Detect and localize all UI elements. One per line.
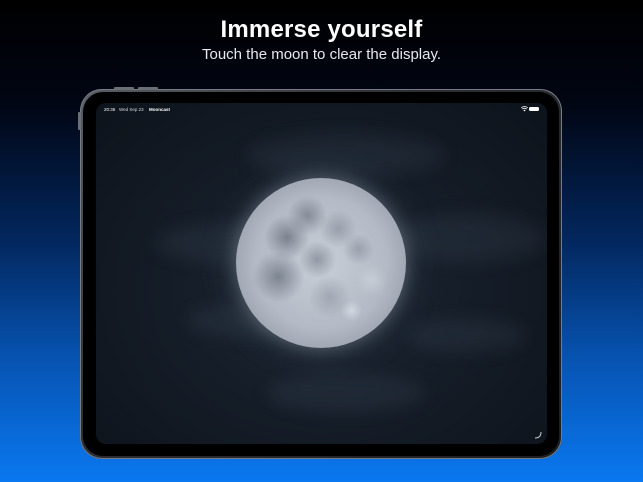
status-date: Wed Sep 23 xyxy=(119,107,144,112)
wifi-icon xyxy=(521,106,528,112)
battery-icon xyxy=(529,107,539,111)
app-screen: 20:36 Wed Sep 23 Mooncast xyxy=(96,103,547,444)
side-button xyxy=(78,112,81,130)
cloud xyxy=(406,318,526,353)
cloud xyxy=(246,133,446,178)
resize-corner-icon[interactable] xyxy=(534,431,542,439)
top-button-2 xyxy=(138,87,158,90)
top-button-1 xyxy=(114,87,134,90)
status-app-name: Mooncast xyxy=(149,107,171,112)
status-time: 20:36 xyxy=(104,107,116,112)
promo-subhead: Touch the moon to clear the display. xyxy=(201,46,442,63)
cloud xyxy=(396,213,546,263)
status-bar: 20:36 Wed Sep 23 Mooncast xyxy=(96,103,547,115)
cloud xyxy=(266,373,426,413)
moon-button[interactable] xyxy=(236,178,406,348)
promo-headline: Immerse yourself xyxy=(220,16,423,43)
